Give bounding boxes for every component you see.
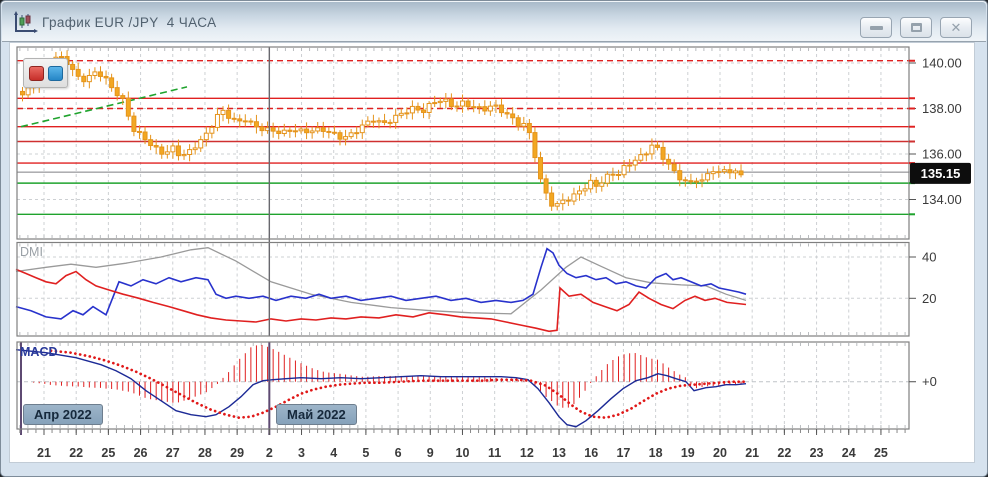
blue-marker-tool[interactable] [47,65,63,81]
price-axis-label: 136.00 [922,147,962,162]
time-axis-label: 25 [101,446,115,460]
dmi-panel-label: DMI [20,245,43,259]
time-axis: 21 22 25 26 27 28 29 2 3 4 5 6 9 10 11 12 13 16 17 18 19 20 21… [19,429,906,460]
time-axis-label: 3 [298,446,305,460]
price-axis-label: 134.00 [922,192,962,207]
time-axis-label: 2 [266,446,273,460]
chart-canvas[interactable]: 140.00138.00136.00134.00135.154020+021 22… [1,1,988,477]
time-axis-label: 11 [488,446,501,460]
time-axis-label: 19 [681,446,695,460]
time-axis-label: 28 [198,446,212,460]
time-axis-label: 10 [456,446,470,460]
time-axis-label: 17 [616,446,630,460]
time-axis-label: 23 [810,446,824,460]
macd-panel-label: MACD [20,345,58,359]
red-marker-tool[interactable] [28,65,44,81]
time-axis-label: 6 [395,446,402,460]
dmi-axis-label: 40 [922,250,936,265]
time-axis-label: 21 [37,446,51,460]
price-axis-label: 140.00 [922,56,962,71]
chart-mini-toolbar [23,58,68,88]
dmi-axis-label: 20 [922,291,936,306]
month-marker-apr: Апр 2022 [23,404,103,425]
price-axis-label: 138.00 [922,101,962,116]
price-axis: 140.00 138.00 136.00 134.00 135.15 40 20 +0 [909,56,971,389]
time-axis-label: 26 [134,446,148,460]
time-axis-label: 13 [552,446,566,460]
time-axis-label: 20 [713,446,727,460]
time-axis-label: 4 [330,446,337,460]
macd-axis-label: +0 [922,374,937,389]
time-axis-label: 9 [427,446,434,460]
current-price-value: 135.15 [921,166,961,181]
time-axis-label: 16 [584,446,598,460]
time-axis-label: 24 [842,446,856,460]
time-axis-label: 27 [166,446,180,460]
time-axis-label: 29 [230,446,244,460]
time-axis-label: 18 [649,446,663,460]
time-axis-label: 21 [745,446,759,460]
chart-window: График EUR /JPY 4 ЧАСА ✕ 140.00 138.00 136… [0,0,988,477]
time-axis-label: 22 [69,446,83,460]
time-axis-label: 22 [777,446,791,460]
time-axis-label: 5 [362,446,369,460]
time-axis-label: 25 [874,446,888,460]
time-axis-label: 12 [520,446,534,460]
month-marker-may: Май 2022 [276,404,357,425]
